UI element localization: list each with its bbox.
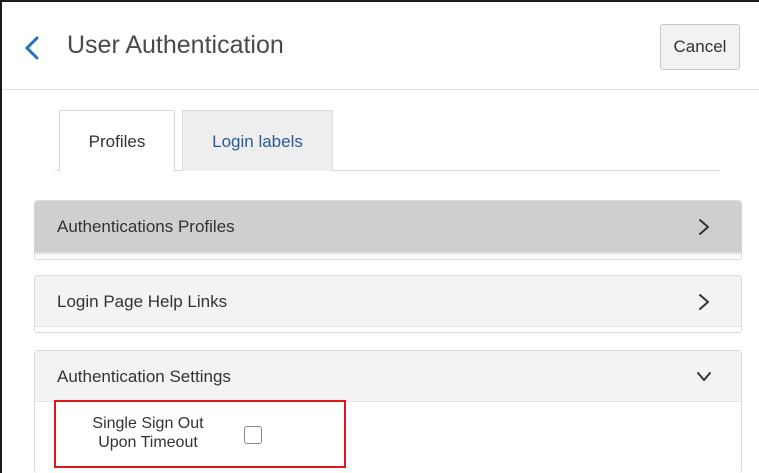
cancel-button[interactable]: Cancel [660, 24, 740, 70]
single-sign-out-label-line2: Upon Timeout [98, 434, 198, 451]
tab-profiles[interactable]: Profiles [59, 110, 175, 172]
section-label: Authentications Profiles [57, 217, 235, 236]
section-header-login-page-help-links[interactable]: Login Page Help Links [35, 276, 741, 327]
section-authentications-profiles: Authentications Profiles [34, 200, 742, 260]
section-header-authentication-settings[interactable]: Authentication Settings [35, 351, 741, 402]
chevron-right-icon [695, 292, 713, 312]
chevron-down-icon [695, 367, 713, 387]
single-sign-out-label: Single Sign Out Upon Timeout [78, 414, 218, 452]
single-sign-out-checkbox[interactable] [244, 426, 262, 444]
page-header: User Authentication Cancel [2, 2, 759, 90]
page-title: User Authentication [67, 31, 284, 59]
tab-login-labels[interactable]: Login labels [182, 110, 333, 171]
single-sign-out-highlight: Single Sign Out Upon Timeout [54, 400, 346, 468]
chevron-left-icon[interactable] [22, 34, 44, 62]
section-label: Authentication Settings [57, 367, 231, 386]
section-header-authentications-profiles[interactable]: Authentications Profiles [35, 201, 741, 252]
tab-bar: Profiles Login labels [55, 110, 720, 172]
section-label: Login Page Help Links [57, 292, 228, 311]
section-login-page-help-links: Login Page Help Links [34, 275, 742, 333]
single-sign-out-label-line1: Single Sign Out [92, 415, 204, 432]
chevron-right-icon [695, 217, 713, 237]
